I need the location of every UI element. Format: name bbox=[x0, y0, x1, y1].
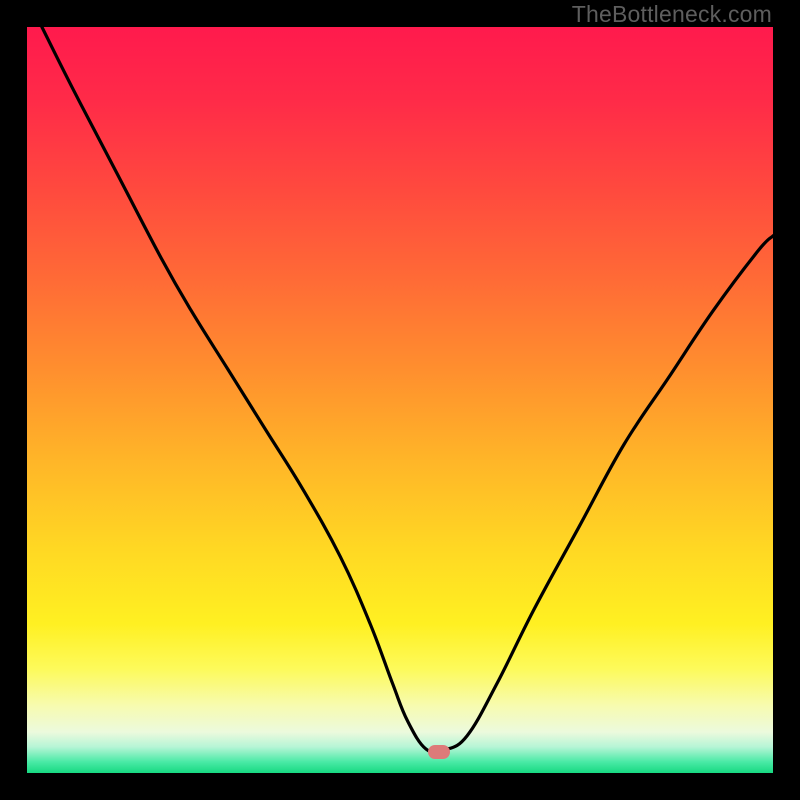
plot-area bbox=[27, 27, 773, 773]
chart-frame: TheBottleneck.com bbox=[0, 0, 800, 800]
watermark-text: TheBottleneck.com bbox=[572, 1, 772, 28]
minimum-marker bbox=[428, 745, 450, 759]
gradient-background bbox=[27, 27, 773, 773]
plot-svg bbox=[27, 27, 773, 773]
